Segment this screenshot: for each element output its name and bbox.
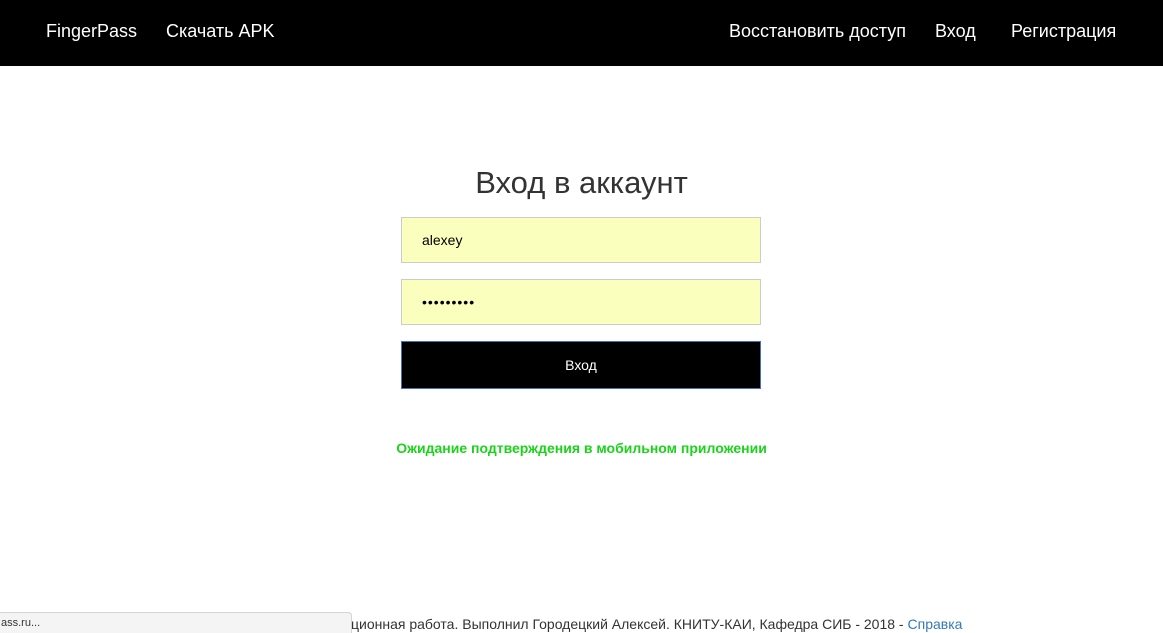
password-input[interactable]	[401, 279, 761, 325]
login-input[interactable]	[401, 217, 761, 263]
login-submit-button[interactable]: Вход	[401, 341, 761, 389]
footer-text: ционная работа. Выполнил Городецкий Алек…	[351, 616, 908, 632]
download-apk-link[interactable]: Скачать APK	[166, 20, 275, 42]
register-link[interactable]: Регистрация	[1011, 20, 1116, 42]
login-link[interactable]: Вход	[935, 20, 976, 42]
browser-status-bubble: ass.ru...	[0, 612, 352, 633]
help-link[interactable]: Справка	[908, 616, 963, 632]
navbar: FingerPass Скачать APK Восстановить дост…	[0, 0, 1163, 66]
page-title: Вход в аккаунт	[475, 165, 688, 200]
footer-text-wrapper: ционная работа. Выполнил Городецкий Алек…	[351, 616, 962, 633]
brand-link[interactable]: FingerPass	[46, 20, 137, 42]
status-message: Ожидание подтверждения в мобильном прило…	[396, 440, 767, 456]
restore-access-link[interactable]: Восстановить доступ	[729, 20, 906, 42]
